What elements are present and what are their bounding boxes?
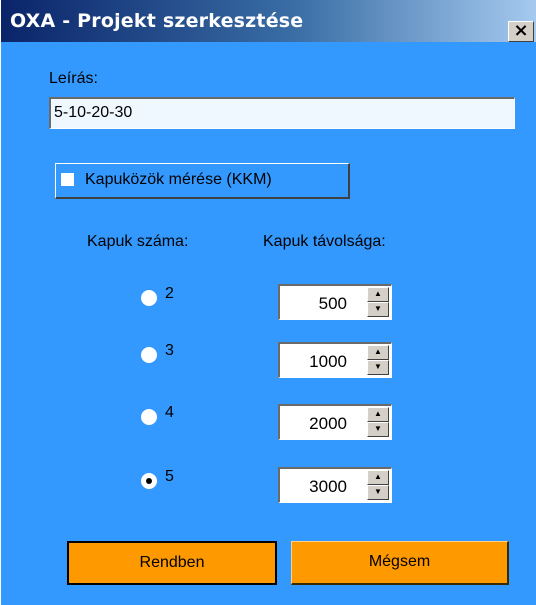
spin-down-button-3[interactable]: ▼ bbox=[367, 422, 389, 437]
spin-up-button-4[interactable]: ▲ bbox=[367, 470, 389, 485]
gate-distance-spinner-1[interactable]: 500 ▲ ▼ bbox=[278, 284, 392, 320]
close-icon: × bbox=[513, 20, 529, 41]
radio-selected-dot bbox=[146, 478, 152, 484]
gate-distance-value-3[interactable]: 2000 bbox=[309, 414, 347, 434]
close-button[interactable]: × bbox=[508, 21, 534, 42]
triangle-up-icon: ▲ bbox=[374, 409, 382, 418]
gate-count-label-5: 5 bbox=[165, 468, 174, 485]
spin-up-button-3[interactable]: ▲ bbox=[367, 407, 389, 422]
gate-distance-spinner-3[interactable]: 2000 ▲ ▼ bbox=[278, 404, 392, 440]
triangle-down-icon: ▼ bbox=[374, 304, 382, 313]
spin-up-button-1[interactable]: ▲ bbox=[367, 287, 389, 302]
gate-distance-header: Kapuk távolsága: bbox=[263, 233, 386, 250]
gate-distance-value-4[interactable]: 3000 bbox=[309, 477, 347, 497]
triangle-up-icon: ▲ bbox=[374, 347, 382, 356]
spin-down-button-2[interactable]: ▼ bbox=[367, 360, 389, 375]
gate-count-radio-4[interactable] bbox=[141, 409, 157, 425]
dialog-window: OXA - Projekt szerkesztése × Leírás: 5-1… bbox=[0, 0, 536, 605]
kkm-checkbox-button[interactable]: Kapuközök mérése (KKM) bbox=[55, 163, 350, 199]
spin-down-button-4[interactable]: ▼ bbox=[367, 485, 389, 500]
title-bar[interactable]: OXA - Projekt szerkesztése × bbox=[1, 0, 536, 42]
kkm-checkbox[interactable] bbox=[61, 173, 74, 186]
gate-count-label-4: 4 bbox=[165, 404, 174, 421]
gate-count-header: Kapuk száma: bbox=[87, 233, 189, 250]
gate-count-radio-5[interactable] bbox=[141, 473, 157, 489]
triangle-down-icon: ▼ bbox=[374, 487, 382, 496]
gate-count-radio-3[interactable] bbox=[141, 347, 157, 363]
gate-distance-spinner-2[interactable]: 1000 ▲ ▼ bbox=[278, 342, 392, 378]
gate-distance-value-1[interactable]: 500 bbox=[319, 294, 347, 314]
gate-count-radio-2[interactable] bbox=[141, 290, 157, 306]
gate-count-label-2: 2 bbox=[165, 285, 174, 302]
triangle-up-icon: ▲ bbox=[374, 289, 382, 298]
triangle-down-icon: ▼ bbox=[374, 362, 382, 371]
gate-count-label-3: 3 bbox=[165, 342, 174, 359]
description-label: Leírás: bbox=[49, 70, 98, 87]
triangle-down-icon: ▼ bbox=[374, 424, 382, 433]
kkm-checkbox-label: Kapuközök mérése (KKM) bbox=[85, 171, 272, 188]
ok-button[interactable]: Rendben bbox=[67, 541, 277, 585]
gate-distance-value-2[interactable]: 1000 bbox=[309, 352, 347, 372]
spin-up-button-2[interactable]: ▲ bbox=[367, 345, 389, 360]
cancel-button[interactable]: Mégsem bbox=[291, 541, 509, 585]
gate-distance-spinner-4[interactable]: 3000 ▲ ▼ bbox=[278, 467, 392, 503]
window-title: OXA - Projekt szerkesztése bbox=[10, 10, 304, 32]
description-input[interactable]: 5-10-20-30 bbox=[49, 97, 515, 129]
triangle-up-icon: ▲ bbox=[374, 472, 382, 481]
spin-down-button-1[interactable]: ▼ bbox=[367, 302, 389, 317]
